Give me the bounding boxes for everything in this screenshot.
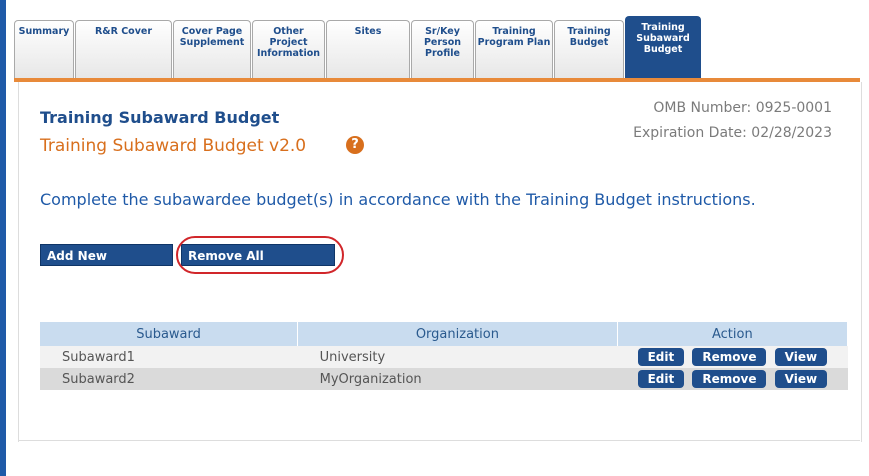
expiration-date: Expiration Date: 02/28/2023	[633, 125, 832, 141]
tab-label: Summary	[18, 26, 70, 37]
add-new-subaward-button[interactable]: Add New Subaward	[40, 244, 173, 285]
tab-label: Sites	[354, 26, 382, 37]
left-border	[0, 0, 6, 476]
cell-organization: University	[297, 346, 618, 368]
form-version-title: Training Subaward Budget v2.0	[40, 136, 307, 156]
tab-label: Sr/Key Person Profile	[423, 26, 462, 59]
tab-other-project-information[interactable]: Other Project Information	[252, 20, 325, 80]
edit-button[interactable]: Edit	[637, 370, 685, 388]
highlight-circle	[176, 236, 344, 274]
subaward-table: Subaward Organization Action Subaward1 U…	[40, 322, 849, 390]
tab-label: Training Subaward Budget	[636, 22, 690, 55]
content-bottom-border	[18, 440, 860, 441]
tab-label: R&R Cover	[94, 26, 153, 37]
app-frame: Summary R&R Cover Cover Page Supplement …	[0, 0, 869, 476]
header-subaward: Subaward	[40, 322, 299, 346]
tab-bar: Summary R&R Cover Cover Page Supplement …	[14, 12, 860, 82]
tab-label: Training Budget	[567, 26, 611, 48]
instructions-text: Complete the subawardee budget(s) in acc…	[40, 190, 756, 209]
omb-number: OMB Number: 0925-0001	[653, 100, 832, 116]
table-row: Subaward2 MyOrganization Edit Remove Vie…	[40, 368, 848, 390]
cell-organization: MyOrganization	[297, 368, 618, 390]
tab-cover-page-supplement[interactable]: Cover Page Supplement	[173, 20, 251, 80]
table-row: Subaward1 University Edit Remove View	[40, 346, 848, 368]
tab-sites[interactable]: Sites	[326, 20, 410, 80]
header-organization: Organization	[297, 322, 618, 346]
tab-label: Cover Page Supplement	[179, 26, 245, 48]
cell-subaward: Subaward1	[40, 346, 298, 368]
tab-training-subaward-budget[interactable]: Training Subaward Budget	[625, 16, 701, 82]
tab-training-budget[interactable]: Training Budget	[554, 20, 624, 80]
view-button[interactable]: View	[774, 348, 828, 366]
omb-info: OMB Number: 0925-0001 Expiration Date: 0…	[633, 96, 832, 146]
cell-actions: Edit Remove View	[617, 368, 848, 390]
tab-label: Other Project Information	[256, 26, 321, 59]
header-action: Action	[617, 322, 849, 346]
page-title: Training Subaward Budget	[40, 108, 280, 127]
tab-summary[interactable]: Summary	[14, 20, 74, 80]
cell-subaward: Subaward2	[40, 368, 298, 390]
tab-rr-cover[interactable]: R&R Cover	[75, 20, 172, 80]
table-header-row: Subaward Organization Action	[40, 322, 849, 346]
edit-button[interactable]: Edit	[637, 348, 685, 366]
help-icon[interactable]: ?	[346, 136, 364, 154]
cell-actions: Edit Remove View	[617, 346, 848, 368]
remove-button[interactable]: Remove	[692, 348, 767, 366]
view-button[interactable]: View	[774, 370, 828, 388]
tab-training-program-plan[interactable]: Training Program Plan	[475, 20, 553, 80]
tab-sr-key-person-profile[interactable]: Sr/Key Person Profile	[411, 20, 474, 80]
remove-button[interactable]: Remove	[692, 370, 767, 388]
tab-label: Training Program Plan	[477, 26, 551, 48]
